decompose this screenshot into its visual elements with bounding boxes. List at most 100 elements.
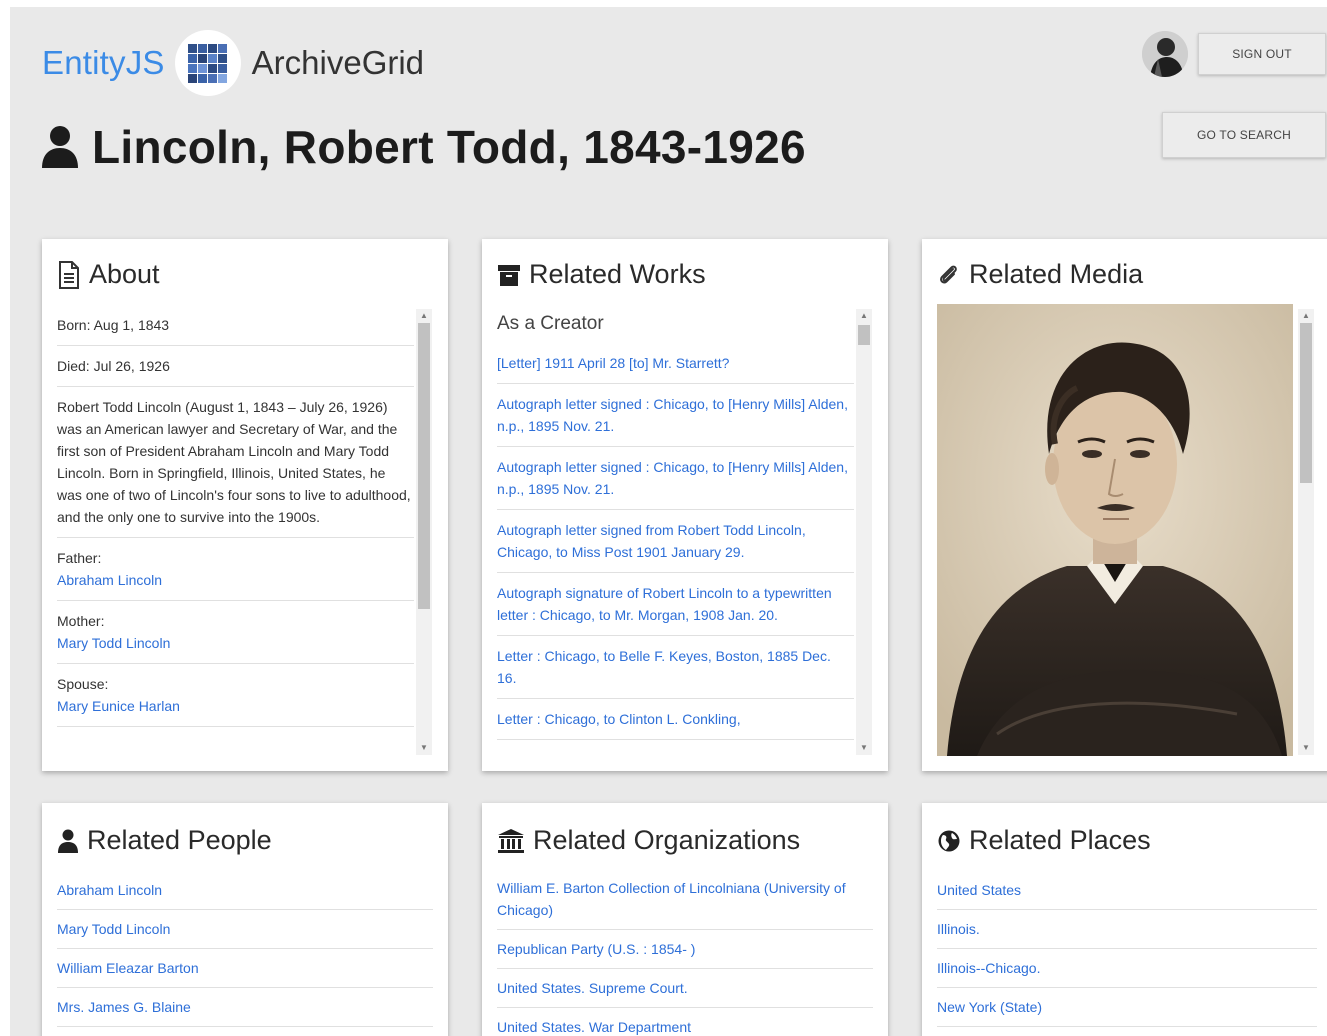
about-scrollbar[interactable]: ▲ ▼	[416, 309, 432, 755]
bio-row: Robert Todd Lincoln (August 1, 1843 – Ju…	[57, 387, 414, 538]
work-item[interactable]: Autograph signature of Robert Lincoln to…	[497, 573, 854, 636]
people-heading-text: Related People	[87, 825, 272, 855]
place-link[interactable]: Illinois.	[937, 921, 980, 937]
person-icon	[42, 126, 78, 168]
list-item[interactable]: William E. Barton Collection of Lincolni…	[497, 869, 873, 930]
about-scroll-area[interactable]: Born: Aug 1, 1843 Died: Jul 26, 1926 Rob…	[57, 305, 414, 752]
related-organizations-card: Related Organizations William E. Barton …	[482, 803, 888, 1036]
related-media-card: Related Media ▲ ▼	[922, 239, 1327, 771]
go-to-search-button[interactable]: GO TO SEARCH	[1162, 112, 1326, 158]
work-item[interactable]: Letter : Chicago, to Clinton L. Conkling…	[497, 699, 854, 740]
work-link[interactable]: Autograph letter signed from Robert Todd…	[497, 519, 854, 563]
died-row: Died: Jul 26, 1926	[57, 346, 414, 387]
paperclip-icon	[940, 265, 957, 283]
works-heading: Related Works	[497, 259, 706, 290]
work-link[interactable]: [Letter] 1911 April 28 [to] Mr. Starrett…	[497, 352, 854, 374]
father-label: Father:	[57, 550, 102, 566]
related-works-card: Related Works As a Creator [Letter] 1911…	[482, 239, 888, 771]
brand-archivegrid[interactable]: ArchiveGrid	[252, 44, 424, 82]
work-link[interactable]: Autograph signature of Robert Lincoln to…	[497, 582, 854, 626]
document-icon	[59, 260, 79, 289]
person-link[interactable]: Mary Todd Lincoln	[57, 921, 170, 937]
place-link[interactable]: New York (State)	[937, 999, 1042, 1015]
person-link[interactable]: Mrs. James G. Blaine	[57, 999, 191, 1015]
mother-row: Mother: Mary Todd Lincoln	[57, 601, 414, 664]
list-item[interactable]: United States. Supreme Court.	[497, 969, 873, 1008]
organizations-heading: Related Organizations	[497, 825, 800, 856]
works-scroll-area[interactable]: As a Creator [Letter] 1911 April 28 [to]…	[497, 305, 854, 756]
work-item[interactable]: Letter : Chicago, to Belle F. Keyes, Bos…	[497, 636, 854, 699]
list-item[interactable]: Illinois.	[937, 910, 1317, 949]
list-item[interactable]: Republican Party (U.S. : 1854- )	[497, 930, 873, 969]
list-item[interactable]: William Eleazar Barton	[57, 949, 433, 988]
media-image[interactable]	[937, 304, 1293, 756]
mother-link[interactable]: Mary Todd Lincoln	[57, 632, 414, 654]
sign-out-button[interactable]: SIGN OUT	[1198, 33, 1326, 75]
spouse-link[interactable]: Mary Eunice Harlan	[57, 695, 414, 717]
works-subheading: As a Creator	[497, 313, 604, 334]
archive-box-icon	[498, 264, 520, 286]
bio-text: Robert Todd Lincoln (August 1, 1843 – Ju…	[57, 399, 411, 525]
works-scrollbar[interactable]: ▲ ▼	[856, 309, 872, 755]
grid-logo-icon	[174, 30, 241, 96]
scroll-down-arrow-icon[interactable]: ▼	[856, 741, 872, 755]
died-text: Died: Jul 26, 1926	[57, 358, 170, 374]
people-list: Abraham Lincoln Mary Todd Lincoln Willia…	[57, 871, 433, 1027]
scrollbar-thumb[interactable]	[858, 325, 870, 345]
spouse-row: Spouse: Mary Eunice Harlan	[57, 664, 414, 727]
work-link[interactable]: Letter : Chicago, to Belle F. Keyes, Bos…	[497, 645, 854, 689]
list-item[interactable]: Mary Todd Lincoln	[57, 910, 433, 949]
work-item[interactable]: Autograph letter signed : Chicago, to [H…	[497, 384, 854, 447]
organization-link[interactable]: United States. Supreme Court.	[497, 980, 688, 996]
brand-entityjs[interactable]: EntityJS	[42, 44, 165, 82]
father-link[interactable]: Abraham Lincoln	[57, 569, 414, 591]
list-item[interactable]: Illinois--Chicago.	[937, 949, 1317, 988]
about-heading-text: About	[89, 259, 160, 289]
list-item[interactable]: United States. War Department	[497, 1008, 873, 1036]
scrollbar-thumb[interactable]	[418, 323, 430, 609]
works-heading-text: Related Works	[529, 259, 706, 289]
work-item[interactable]: [Letter] 1911 April 28 [to] Mr. Starrett…	[497, 343, 854, 384]
about-heading: About	[57, 259, 160, 290]
scroll-down-arrow-icon[interactable]: ▼	[416, 741, 432, 755]
scroll-down-arrow-icon[interactable]: ▼	[1298, 741, 1314, 755]
organizations-list: William E. Barton Collection of Lincolni…	[497, 869, 873, 1036]
work-link[interactable]: Autograph letter signed : Chicago, to [H…	[497, 393, 854, 437]
scroll-up-arrow-icon[interactable]: ▲	[1298, 309, 1314, 323]
scroll-up-arrow-icon[interactable]: ▲	[856, 309, 872, 323]
list-item[interactable]: Abraham Lincoln	[57, 871, 433, 910]
place-link[interactable]: United States	[937, 882, 1021, 898]
media-scrollbar[interactable]: ▲ ▼	[1298, 309, 1314, 755]
work-link[interactable]: Letter : Chicago, to Clinton L. Conkling…	[497, 708, 854, 730]
related-people-card: Related People Abraham Lincoln Mary Todd…	[42, 803, 448, 1036]
organization-link[interactable]: United States. War Department	[497, 1019, 691, 1035]
media-heading-text: Related Media	[969, 259, 1144, 289]
list-item[interactable]: New York (State)	[937, 988, 1317, 1027]
born-row: Born: Aug 1, 1843	[57, 305, 414, 346]
born-text: Born: Aug 1, 1843	[57, 317, 170, 333]
list-item[interactable]: Mrs. James G. Blaine	[57, 988, 433, 1027]
media-heading: Related Media	[937, 259, 1143, 290]
place-link[interactable]: Illinois--Chicago.	[937, 960, 1040, 976]
scrollbar-thumb[interactable]	[1300, 323, 1312, 483]
bank-icon	[498, 828, 524, 853]
places-list: United States Illinois. Illinois--Chicag…	[937, 871, 1317, 1027]
organizations-heading-text: Related Organizations	[533, 825, 801, 855]
related-places-card: Related Places United States Illinois. I…	[922, 803, 1327, 1036]
people-heading: Related People	[57, 825, 272, 856]
father-row: Father: Abraham Lincoln	[57, 538, 414, 601]
page-title-text: Lincoln, Robert Todd, 1843-1926	[92, 121, 806, 173]
organization-link[interactable]: Republican Party (U.S. : 1854- )	[497, 941, 695, 957]
scroll-up-arrow-icon[interactable]: ▲	[416, 309, 432, 323]
person-icon	[58, 829, 78, 853]
list-item[interactable]: United States	[937, 871, 1317, 910]
brand[interactable]: EntityJS ArchiveGrid	[42, 29, 424, 97]
about-card: About Born: Aug 1, 1843 Died: Jul 26, 19…	[42, 239, 448, 771]
person-link[interactable]: William Eleazar Barton	[57, 960, 199, 976]
work-item[interactable]: Autograph letter signed : Chicago, to [H…	[497, 447, 854, 510]
person-link[interactable]: Abraham Lincoln	[57, 882, 162, 898]
organization-link[interactable]: William E. Barton Collection of Lincolni…	[497, 880, 846, 918]
avatar[interactable]	[1142, 31, 1188, 77]
work-item[interactable]: Autograph letter signed from Robert Todd…	[497, 510, 854, 573]
work-link[interactable]: Autograph letter signed : Chicago, to [H…	[497, 456, 854, 500]
